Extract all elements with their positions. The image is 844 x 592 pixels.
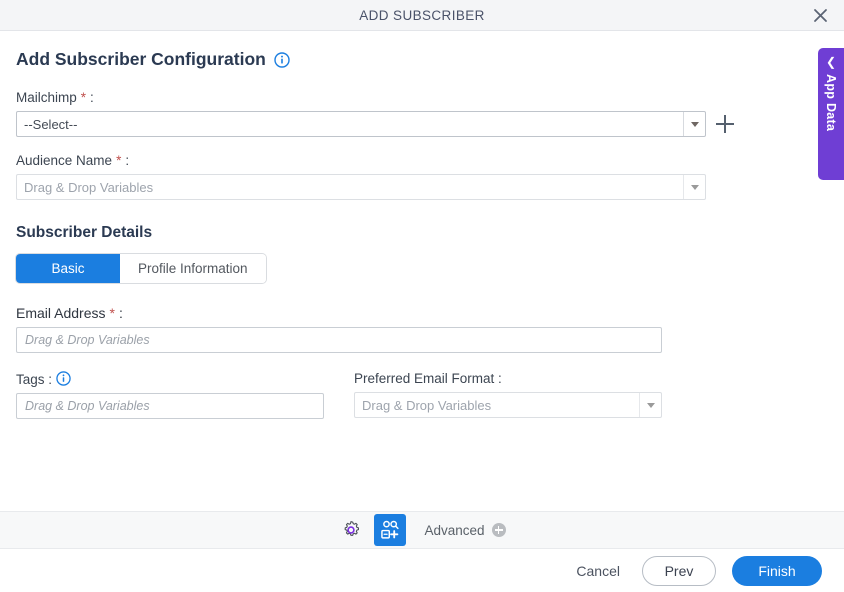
info-icon[interactable] — [56, 371, 72, 387]
info-icon[interactable] — [274, 51, 290, 68]
tags-and-format-row: Tags : Drag & Drop Variables Preferred E… — [16, 371, 828, 419]
prev-button[interactable]: Prev — [642, 555, 716, 586]
email-address-required-marker: * — [109, 305, 115, 321]
audience-name-label-text: Audience Name — [16, 153, 113, 168]
audience-name-label-colon: : — [125, 153, 130, 168]
chevron-down-icon[interactable] — [683, 112, 705, 136]
chevron-left-icon: ❮ — [825, 55, 837, 69]
add-subscriber-icon[interactable] — [374, 514, 407, 546]
plus-icon[interactable] — [716, 115, 734, 133]
tab-profile-information[interactable]: Profile Information — [120, 254, 266, 283]
preferred-email-format-field-group: Preferred Email Format : Drag & Drop Var… — [354, 371, 662, 419]
mailchimp-select[interactable]: --Select-- — [16, 111, 706, 137]
email-address-label: Email Address *: — [16, 305, 828, 321]
email-address-label-colon: : — [118, 305, 123, 321]
page-title: Add Subscriber Configuration — [16, 49, 266, 69]
tab-basic[interactable]: Basic — [16, 254, 120, 283]
mailchimp-field-group: Mailchimp *: --Select-- — [16, 90, 828, 137]
advanced-label: Advanced — [424, 522, 485, 538]
tags-input[interactable]: Drag & Drop Variables — [16, 393, 324, 419]
preferred-email-format-input-line: Drag & Drop Variables — [354, 392, 662, 418]
tags-field-group: Tags : Drag & Drop Variables — [16, 371, 354, 419]
basic-tab-panel: Email Address *: Drag & Drop Variables Ta… — [16, 305, 828, 419]
audience-name-select[interactable]: Drag & Drop Variables — [16, 174, 706, 200]
circle-plus-icon[interactable] — [491, 523, 506, 537]
audience-name-placeholder: Drag & Drop Variables — [24, 179, 154, 195]
audience-name-required-marker: * — [116, 153, 122, 168]
preferred-email-format-label: Preferred Email Format : — [354, 371, 502, 386]
audience-name-field-group: Audience Name *: Drag & Drop Variables — [16, 153, 828, 200]
chevron-down-icon[interactable] — [639, 393, 661, 417]
email-address-input[interactable]: Drag & Drop Variables — [16, 327, 662, 353]
app-data-label: App Data — [824, 74, 838, 132]
mailchimp-label: Mailchimp *: — [16, 90, 828, 105]
cancel-button[interactable]: Cancel — [570, 559, 626, 583]
finish-button[interactable]: Finish — [732, 555, 822, 586]
subscriber-details-tabs: Basic Profile Information — [16, 254, 266, 283]
close-icon[interactable] — [808, 3, 832, 27]
gear-icon[interactable] — [338, 517, 364, 543]
mailchimp-label-text: Mailchimp — [16, 90, 77, 105]
mailchimp-selected-value: --Select-- — [24, 116, 78, 132]
mailchimp-input-line: --Select-- — [16, 111, 828, 137]
dialog-footer: Cancel Prev Finish — [0, 549, 844, 592]
bottom-toolbar: Advanced — [0, 511, 844, 549]
dialog-title: ADD SUBSCRIBER — [359, 7, 485, 23]
audience-name-input-line: Drag & Drop Variables — [16, 174, 828, 200]
email-address-field-group: Email Address *: Drag & Drop Variables — [16, 305, 828, 353]
mailchimp-required-marker: * — [80, 90, 87, 105]
chevron-down-icon[interactable] — [683, 175, 705, 199]
preferred-email-format-select[interactable]: Drag & Drop Variables — [354, 392, 662, 418]
email-address-label-text: Email Address — [16, 305, 106, 321]
dialog-titlebar: ADD SUBSCRIBER — [0, 0, 844, 31]
dialog-body: Add Subscriber Configuration Mailchimp *:… — [0, 31, 844, 497]
preferred-email-format-placeholder: Drag & Drop Variables — [362, 397, 492, 413]
advanced-button[interactable]: Advanced — [424, 522, 506, 538]
mailchimp-label-colon: : — [90, 90, 94, 105]
tags-label-text: Tags : — [16, 371, 53, 387]
email-address-placeholder: Drag & Drop Variables — [25, 333, 150, 347]
tags-label: Tags : — [16, 371, 354, 387]
subscriber-details-title: Subscriber Details — [16, 224, 153, 241]
page-title-row: Add Subscriber Configuration — [16, 31, 828, 70]
app-data-panel-toggle[interactable]: ❮ App Data — [818, 48, 844, 180]
tags-placeholder: Drag & Drop Variables — [25, 399, 150, 413]
audience-name-label: Audience Name *: — [16, 153, 828, 168]
